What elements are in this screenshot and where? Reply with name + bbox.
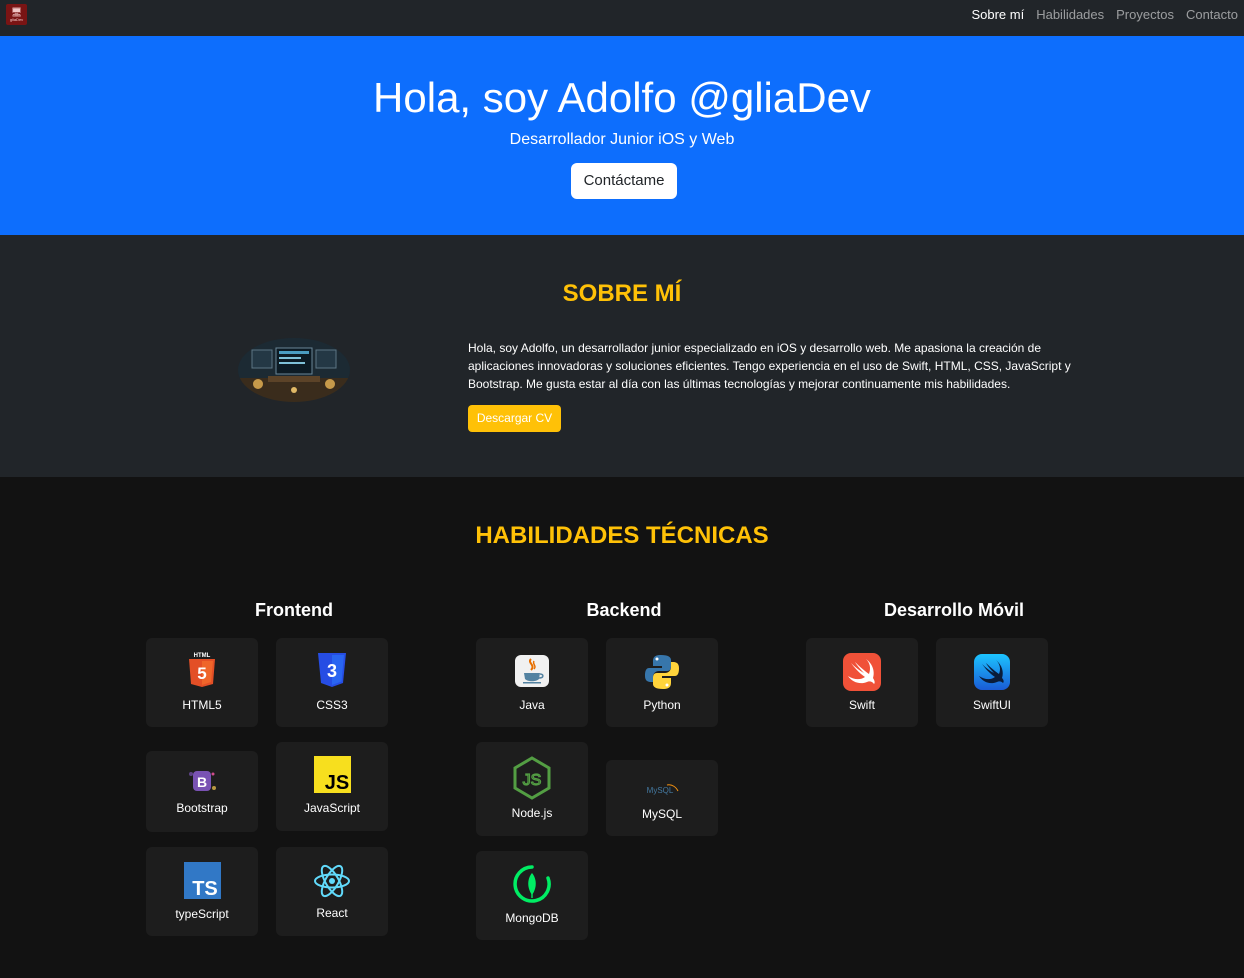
logo-text: gliaDev bbox=[9, 16, 24, 22]
java-icon bbox=[476, 654, 588, 688]
swift-icon bbox=[806, 653, 918, 691]
logo[interactable]: 🖥 gliaDev bbox=[6, 4, 27, 25]
nav-link-proyectos[interactable]: Proyectos bbox=[1116, 7, 1174, 22]
skill-label-css3: CSS3 bbox=[316, 698, 348, 712]
nav-link-habilidades[interactable]: Habilidades bbox=[1036, 7, 1104, 22]
skill-label-javascript: JavaScript bbox=[303, 801, 361, 815]
download-cv-button[interactable]: Descargar CV bbox=[468, 405, 561, 432]
bootstrap-icon: B bbox=[146, 768, 258, 796]
navbar: 🖥 gliaDev Sobre mí Habilidades Proyectos… bbox=[0, 0, 1244, 36]
skill-card-swift: Swift bbox=[806, 638, 918, 727]
nav-link-sobre-mi[interactable]: Sobre mí bbox=[971, 7, 1024, 22]
contact-button[interactable]: Contáctame bbox=[571, 163, 677, 199]
javascript-icon-text: JS bbox=[324, 772, 348, 793]
skill-card-python: Python bbox=[606, 638, 718, 727]
skills-title: HABILIDADES TÉCNICAS bbox=[475, 522, 769, 549]
skill-card-react: React bbox=[276, 847, 388, 936]
skill-label-typescript: typeScript bbox=[175, 907, 229, 921]
skill-card-nodejs: JS Node.js bbox=[476, 742, 588, 836]
skill-card-swiftui: SwiftUI bbox=[936, 638, 1048, 727]
mobile-title: Desarrollo Móvil bbox=[883, 600, 1025, 620]
skill-label-html5: HTML5 bbox=[182, 698, 222, 712]
about-text: Hola, soy Adolfo, un desarrollador junio… bbox=[468, 341, 1071, 391]
skill-label-nodejs: Node.js bbox=[511, 806, 553, 820]
typescript-icon: TS bbox=[146, 862, 258, 899]
nodejs-icon-text: JS bbox=[523, 772, 542, 789]
mysql-icon-text: MySQL bbox=[647, 786, 674, 795]
monitor-icon: 🖥 bbox=[10, 6, 23, 17]
html5-icon-caption: HTML bbox=[194, 653, 211, 659]
html5-icon: HTML 5 bbox=[146, 652, 258, 688]
skill-card-mysql: MySQL MySQL bbox=[606, 760, 718, 836]
skill-card-typescript: TS typeScript bbox=[146, 847, 258, 936]
hero-title: Hola, soy Adolfo @gliaDev bbox=[373, 74, 871, 121]
about-title: SOBRE MÍ bbox=[562, 280, 682, 307]
css3-icon: 3 bbox=[276, 652, 388, 688]
skill-label-react: React bbox=[316, 906, 348, 920]
hero-section: Hola, soy Adolfo @gliaDev Desarrollador … bbox=[0, 36, 1244, 235]
css3-icon-text: 3 bbox=[327, 661, 337, 681]
nav-links: Sobre mí Habilidades Proyectos Contacto bbox=[971, 7, 1238, 22]
skill-label-swiftui: SwiftUI bbox=[972, 698, 1011, 712]
skill-label-python: Python bbox=[643, 698, 681, 712]
react-icon bbox=[276, 864, 388, 898]
skill-card-bootstrap: B Bootstrap bbox=[146, 751, 258, 832]
skill-card-mongodb: MongoDB bbox=[476, 851, 588, 940]
nav-link-contacto[interactable]: Contacto bbox=[1186, 7, 1238, 22]
swiftui-icon bbox=[936, 654, 1048, 690]
nodejs-icon: JS bbox=[476, 756, 588, 800]
mongodb-icon bbox=[476, 864, 588, 904]
backend-title: Backend bbox=[586, 600, 662, 620]
skill-card-css3: 3 CSS3 bbox=[276, 638, 388, 727]
python-icon bbox=[606, 653, 718, 691]
javascript-icon: JS bbox=[276, 756, 388, 793]
hero-subtitle: Desarrollador Junior iOS y Web bbox=[509, 131, 735, 148]
skill-label-mysql: MySQL bbox=[641, 807, 682, 821]
profile-image bbox=[238, 338, 350, 402]
skill-card-javascript: JS JavaScript bbox=[276, 742, 388, 831]
bootstrap-icon-text: B bbox=[197, 774, 207, 790]
skills-section: HABILIDADES TÉCNICAS Frontend HTML 5 HTM… bbox=[0, 477, 1244, 978]
skill-label-mongodb: MongoDB bbox=[505, 911, 559, 925]
skill-label-java: Java bbox=[519, 698, 545, 712]
html5-icon-text: 5 bbox=[197, 664, 206, 683]
skill-label-swift: Swift bbox=[848, 698, 875, 712]
typescript-icon-text: TS bbox=[192, 878, 218, 899]
about-section: SOBRE MÍ Hola, soy Adolfo, un desarrolla… bbox=[0, 235, 1244, 477]
frontend-title: Frontend bbox=[255, 600, 333, 620]
skill-card-html5: HTML 5 HTML5 bbox=[146, 638, 258, 727]
skill-card-java: Java bbox=[476, 638, 588, 727]
skill-label-bootstrap: Bootstrap bbox=[176, 801, 228, 815]
mysql-icon: MySQL bbox=[606, 782, 718, 796]
